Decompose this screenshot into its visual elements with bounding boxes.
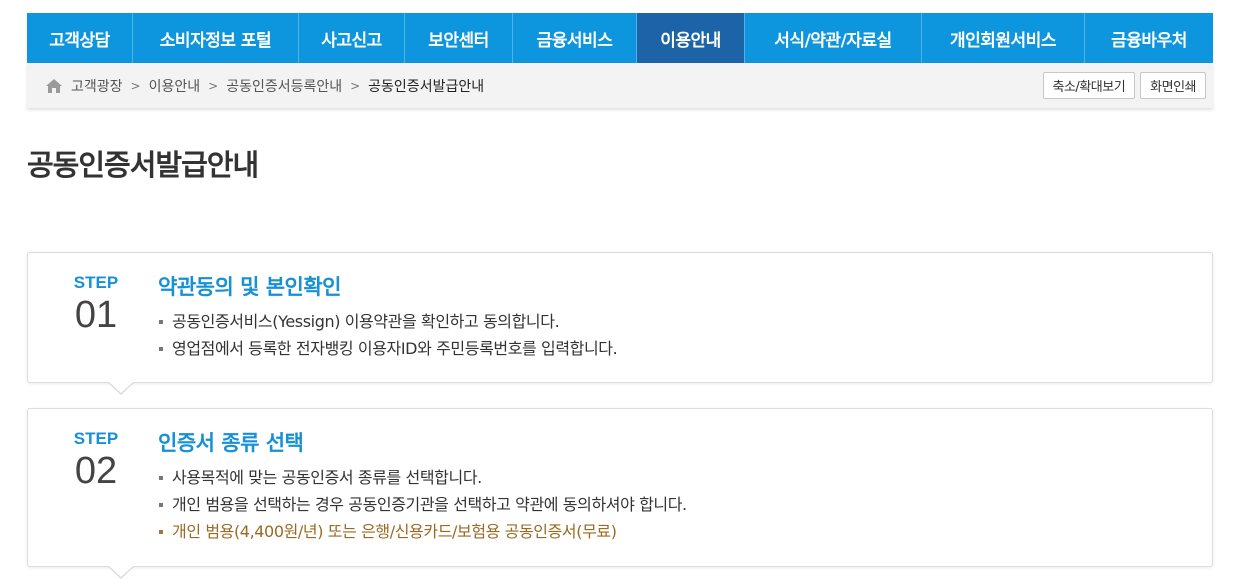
breadcrumb: 고객광장 > 이용안내 > 공동인증서등록안내 > 공동인증서발급안내 — [27, 76, 484, 96]
list-item: 사용목적에 맞는 공동인증서 종류를 선택합니다. — [158, 464, 687, 491]
breadcrumb-item-customer-plaza[interactable]: 고객광장 — [71, 76, 123, 96]
list-item: 공동인증서비스(Yessign) 이용약관을 확인하고 동의합니다. — [158, 308, 617, 335]
step-word: STEP — [73, 273, 119, 292]
step-body: 약관동의 및 본인확인 공동인증서비스(Yessign) 이용약관을 확인하고 … — [158, 271, 618, 362]
step-arrow-fill — [108, 381, 134, 393]
step-number: 02 — [74, 450, 118, 492]
nav-item-accident-report[interactable]: 사고신고 — [299, 13, 405, 63]
home-icon[interactable] — [45, 78, 63, 94]
step-heading: 약관동의 및 본인확인 — [158, 275, 342, 299]
step-card-01: STEP 01 약관동의 및 본인확인 공동인증서비스(Yessign) 이용약… — [27, 252, 1213, 395]
step-body: 인증서 종류 선택 사용목적에 맞는 공동인증서 종류를 선택합니다. 개인 범… — [158, 427, 687, 545]
list-item: 개인 범용을 선택하는 경우 공동인증기관을 선택하고 약관에 동의하셔야 합니… — [158, 491, 687, 518]
chevron-right-icon: > — [208, 78, 219, 93]
nav-item-security[interactable]: 보안센터 — [405, 13, 513, 63]
page-title: 공동인증서발급안내 — [27, 148, 259, 182]
nav-item-consult[interactable]: 고객상담 — [27, 13, 133, 63]
breadcrumb-item-cert-register[interactable]: 공동인증서등록안내 — [226, 76, 342, 96]
print-button[interactable]: 화면인쇄 — [1140, 72, 1206, 99]
step-heading: 인증서 종류 선택 — [158, 431, 304, 455]
step-word: STEP — [73, 429, 119, 448]
step-list: 공동인증서비스(Yessign) 이용약관을 확인하고 동의합니다. 영업점에서… — [158, 308, 618, 362]
step-number: 01 — [74, 294, 118, 336]
step-label: STEP 02 — [56, 429, 136, 491]
breadcrumb-bar: 고객광장 > 이용안내 > 공동인증서등록안내 > 공동인증서발급안내 축소/확… — [27, 63, 1213, 108]
breadcrumb-item-current: 공동인증서발급안내 — [368, 78, 485, 95]
chevron-right-icon: > — [350, 78, 361, 93]
nav-item-financial-services[interactable]: 금융서비스 — [513, 13, 637, 63]
chevron-right-icon: > — [130, 78, 141, 93]
page-tools: 축소/확대보기 화면인쇄 — [1042, 72, 1206, 99]
breadcrumb-item-usage-guide[interactable]: 이용안내 — [149, 76, 201, 96]
nav-item-usage-guide[interactable]: 이용안내 — [637, 13, 745, 63]
step-label: STEP 01 — [56, 273, 136, 335]
price-note: 개인 범용(4,400원/년) 또는 은행/신용카드/보험용 공동인증서(무료) — [158, 518, 687, 545]
step-list: 사용목적에 맞는 공동인증서 종류를 선택합니다. 개인 범용을 선택하는 경우… — [158, 464, 687, 545]
zoom-button[interactable]: 축소/확대보기 — [1042, 72, 1136, 99]
nav-item-consumer-portal[interactable]: 소비자정보 포털 — [133, 13, 299, 63]
nav-item-forms[interactable]: 서식/약관/자료실 — [745, 13, 922, 63]
main-nav: 고객상담 소비자정보 포털 사고신고 보안센터 금융서비스 이용안내 서식/약관… — [27, 13, 1213, 63]
step-arrow-fill — [108, 565, 134, 577]
list-item: 영업점에서 등록한 전자뱅킹 이용자ID와 주민등록번호를 입력합니다. — [158, 335, 618, 362]
nav-item-member-services[interactable]: 개인회원서비스 — [922, 13, 1085, 63]
step-card-02: STEP 02 인증서 종류 선택 사용목적에 맞는 공동인증서 종류를 선택합… — [27, 408, 1213, 579]
nav-item-voucher[interactable]: 금융바우처 — [1085, 13, 1213, 63]
